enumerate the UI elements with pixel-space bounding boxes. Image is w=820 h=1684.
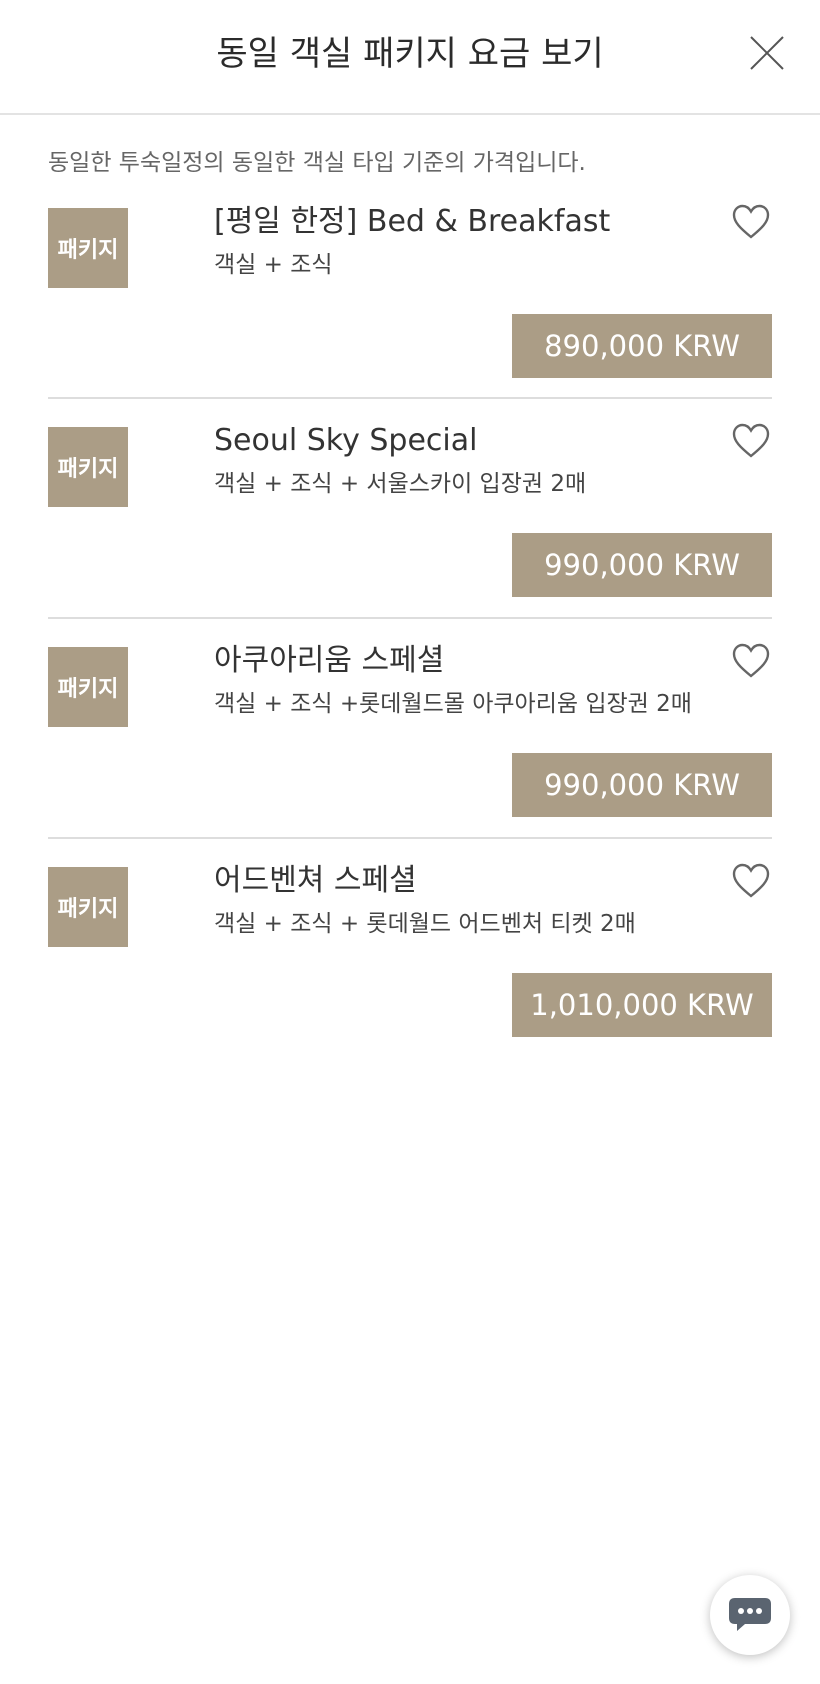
- package-title: 아쿠아리움 스페셜: [214, 643, 445, 678]
- heart-outline-icon: [732, 643, 770, 678]
- price-button[interactable]: 1,010,000 KRW: [512, 973, 772, 1037]
- package-item: 패키지 Seoul Sky Special 객실 + 조식 + 서울스카이 입장…: [48, 399, 772, 619]
- package-badge: 패키지: [48, 647, 128, 727]
- package-item: 패키지 어드벤쳐 스페셜 객실 + 조식 + 롯데월드 어드벤처 티켓 2매 1…: [48, 839, 772, 1059]
- page-title: 동일 객실 패키지 요금 보기: [216, 34, 604, 74]
- package-title: 어드벤쳐 스페셜: [214, 863, 417, 898]
- package-item: 패키지 아쿠아리움 스페셜 객실 + 조식 +롯데월드몰 아쿠아리움 입장권 2…: [48, 619, 772, 839]
- package-badge: 패키지: [48, 427, 128, 507]
- close-button[interactable]: [748, 34, 786, 72]
- favorite-button[interactable]: [732, 204, 770, 240]
- package-description: 객실 + 조식 + 롯데월드 어드벤처 티켓 2매: [214, 911, 636, 937]
- package-badge: 패키지: [48, 208, 128, 288]
- price-button[interactable]: 990,000 KRW: [512, 753, 772, 817]
- package-description: 객실 + 조식 + 서울스카이 입장권 2매: [214, 471, 587, 497]
- package-description: 객실 + 조식 +롯데월드몰 아쿠아리움 입장권 2매: [214, 691, 692, 717]
- favorite-button[interactable]: [732, 863, 770, 899]
- heart-outline-icon: [732, 204, 770, 239]
- package-title: [평일 한정] Bed & Breakfast: [214, 204, 611, 239]
- chat-bubble-icon: [729, 1598, 771, 1631]
- favorite-button[interactable]: [732, 423, 770, 459]
- package-badge: 패키지: [48, 867, 128, 947]
- price-notice: 동일한 투숙일정의 동일한 객실 타입 기준의 가격입니다.: [48, 150, 586, 176]
- package-list: 패키지 [평일 한정] Bed & Breakfast 객실 + 조식 890,…: [48, 180, 772, 1059]
- price-button[interactable]: 890,000 KRW: [512, 314, 772, 378]
- package-description: 객실 + 조식: [214, 252, 333, 278]
- chat-button[interactable]: [710, 1575, 790, 1655]
- package-title: Seoul Sky Special: [214, 423, 478, 458]
- close-icon: [750, 36, 784, 70]
- heart-outline-icon: [732, 423, 770, 458]
- heart-outline-icon: [732, 863, 770, 898]
- favorite-button[interactable]: [732, 643, 770, 679]
- modal-header: 동일 객실 패키지 요금 보기: [0, 0, 820, 115]
- price-button[interactable]: 990,000 KRW: [512, 533, 772, 597]
- package-item: 패키지 [평일 한정] Bed & Breakfast 객실 + 조식 890,…: [48, 180, 772, 399]
